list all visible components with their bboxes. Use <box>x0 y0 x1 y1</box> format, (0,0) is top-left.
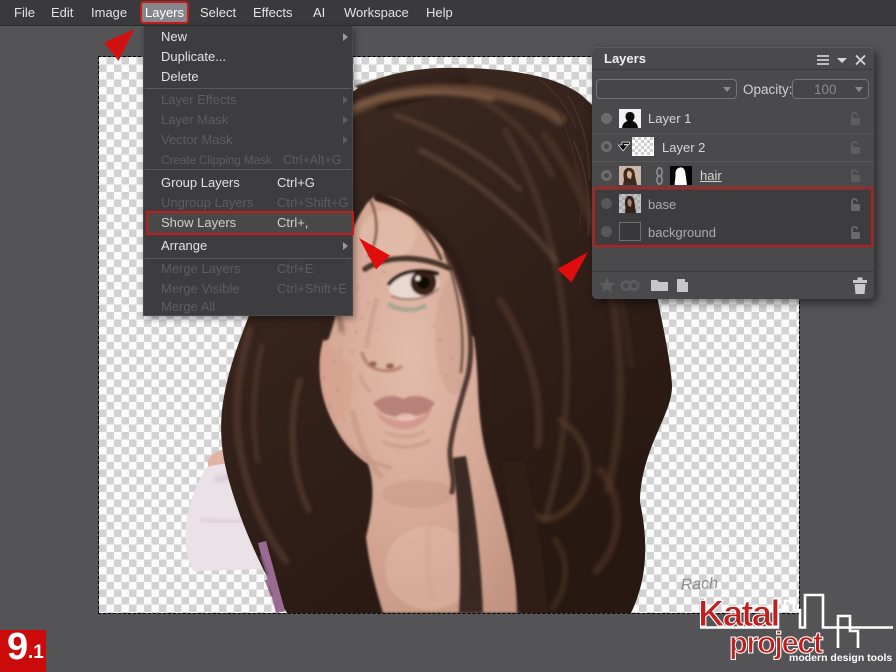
svg-text:modern design tools: modern design tools <box>789 652 892 664</box>
